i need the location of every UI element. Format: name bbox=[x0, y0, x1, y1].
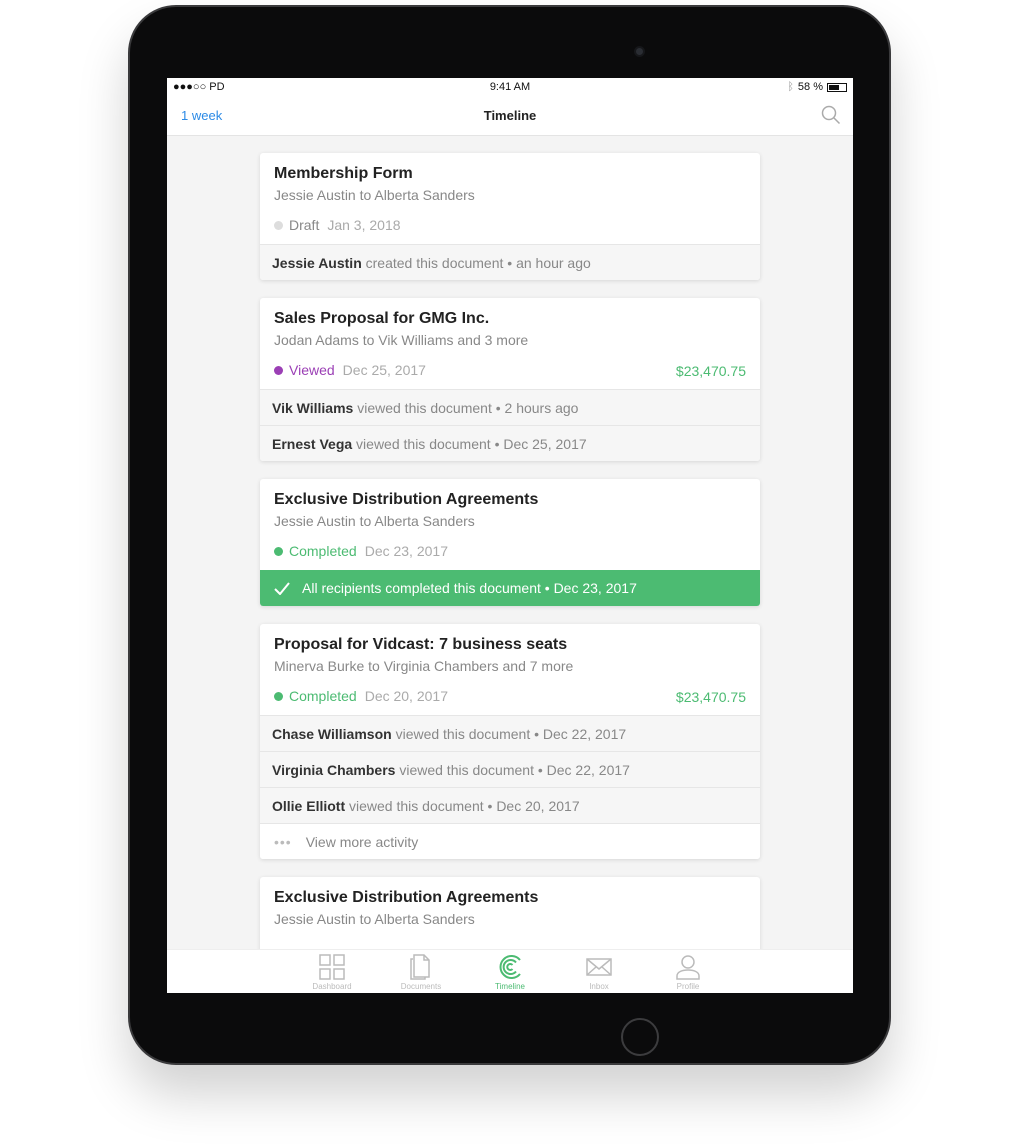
status-dot bbox=[274, 691, 283, 701]
timeline-list: Membership Form Jessie Austin to Alberta… bbox=[260, 153, 760, 993]
document-parties: Jessie Austin to Alberta Sanders bbox=[274, 187, 475, 203]
document-parties: Jessie Austin to Alberta Sanders bbox=[274, 911, 475, 927]
status-dot bbox=[274, 546, 283, 556]
search-icon[interactable] bbox=[821, 105, 841, 130]
battery-icon bbox=[827, 82, 847, 92]
clock: 9:41 AM bbox=[489, 81, 531, 93]
ellipsis-icon: ••• bbox=[274, 834, 292, 850]
status-dot bbox=[274, 220, 283, 230]
view-more-activity[interactable]: ••• View more activity bbox=[260, 823, 760, 859]
document-parties: Minerva Burke to Virginia Chambers and 7… bbox=[274, 658, 574, 674]
document-card[interactable]: Exclusive Distribution Agreements Jessie… bbox=[260, 479, 760, 606]
document-date: Dec 20, 2017 bbox=[364, 688, 448, 704]
grid-icon bbox=[319, 954, 345, 980]
person-icon bbox=[676, 955, 700, 980]
tab-inbox[interactable]: Inbox bbox=[555, 950, 644, 993]
tab-profile[interactable]: Profile bbox=[644, 950, 733, 993]
completed-banner: All recipients completed this document •… bbox=[260, 570, 760, 606]
page-title: Timeline bbox=[483, 108, 537, 123]
tab-timeline[interactable]: Timeline bbox=[466, 950, 555, 993]
activity-row: Chase Williamson viewed this document • … bbox=[260, 715, 760, 751]
document-parties: Jessie Austin to Alberta Sanders bbox=[274, 513, 475, 529]
document-title: Sales Proposal for GMG Inc. bbox=[274, 310, 490, 327]
activity-row: Virginia Chambers viewed this document •… bbox=[260, 751, 760, 787]
document-title: Proposal for Vidcast: 7 business seats bbox=[274, 636, 568, 653]
camera bbox=[634, 46, 645, 57]
home-button[interactable] bbox=[621, 1018, 659, 1056]
checkmark-icon bbox=[274, 581, 290, 595]
document-date: Dec 25, 2017 bbox=[342, 362, 426, 378]
documents-icon bbox=[410, 954, 430, 980]
activity-row: Jessie Austin created this document • an… bbox=[260, 244, 760, 280]
activity-row: Ollie Elliott viewed this document • Dec… bbox=[260, 787, 760, 823]
document-card[interactable]: Sales Proposal for GMG Inc. Jodan Adams … bbox=[260, 298, 760, 461]
tab-documents[interactable]: Documents bbox=[377, 950, 466, 993]
document-card[interactable]: Proposal for Vidcast: 7 business seats M… bbox=[260, 624, 760, 859]
battery-percent: 58 % bbox=[797, 81, 823, 93]
document-amount: $23,470.75 bbox=[675, 689, 746, 705]
screen: ●●●○○ PD 9:41 AM ᛒ 58 % 1 week Timeline M… bbox=[167, 78, 853, 993]
document-parties: Jodan Adams to Vik Williams and 3 more bbox=[274, 332, 529, 348]
status-badge: Completed bbox=[289, 688, 357, 704]
activity-row: Vik Williams viewed this document • 2 ho… bbox=[260, 389, 760, 425]
envelope-icon bbox=[586, 958, 612, 976]
document-date: Dec 23, 2017 bbox=[364, 543, 448, 559]
document-card[interactable]: Membership Form Jessie Austin to Alberta… bbox=[260, 153, 760, 280]
tab-dashboard[interactable]: Dashboard bbox=[288, 950, 377, 993]
document-title: Membership Form bbox=[274, 165, 413, 182]
activity-row: Ernest Vega viewed this document • Dec 2… bbox=[260, 425, 760, 461]
status-bar: ●●●○○ PD 9:41 AM ᛒ 58 % bbox=[167, 78, 853, 96]
document-amount: $23,470.75 bbox=[675, 363, 746, 379]
status-badge: Completed bbox=[289, 543, 357, 559]
status-badge: Draft bbox=[289, 217, 320, 233]
timeline-icon bbox=[499, 955, 521, 979]
tab-bar: Dashboard Documents Timeline Inbox Profi… bbox=[167, 949, 853, 993]
status-badge: Viewed bbox=[289, 362, 335, 378]
document-title: Exclusive Distribution Agreements bbox=[274, 491, 539, 508]
nav-bar: 1 week Timeline bbox=[167, 96, 853, 136]
document-title: Exclusive Distribution Agreements bbox=[274, 889, 539, 906]
document-date: Jan 3, 2018 bbox=[327, 217, 401, 233]
status-dot bbox=[274, 365, 283, 375]
bluetooth-icon: ᛒ bbox=[787, 81, 794, 93]
